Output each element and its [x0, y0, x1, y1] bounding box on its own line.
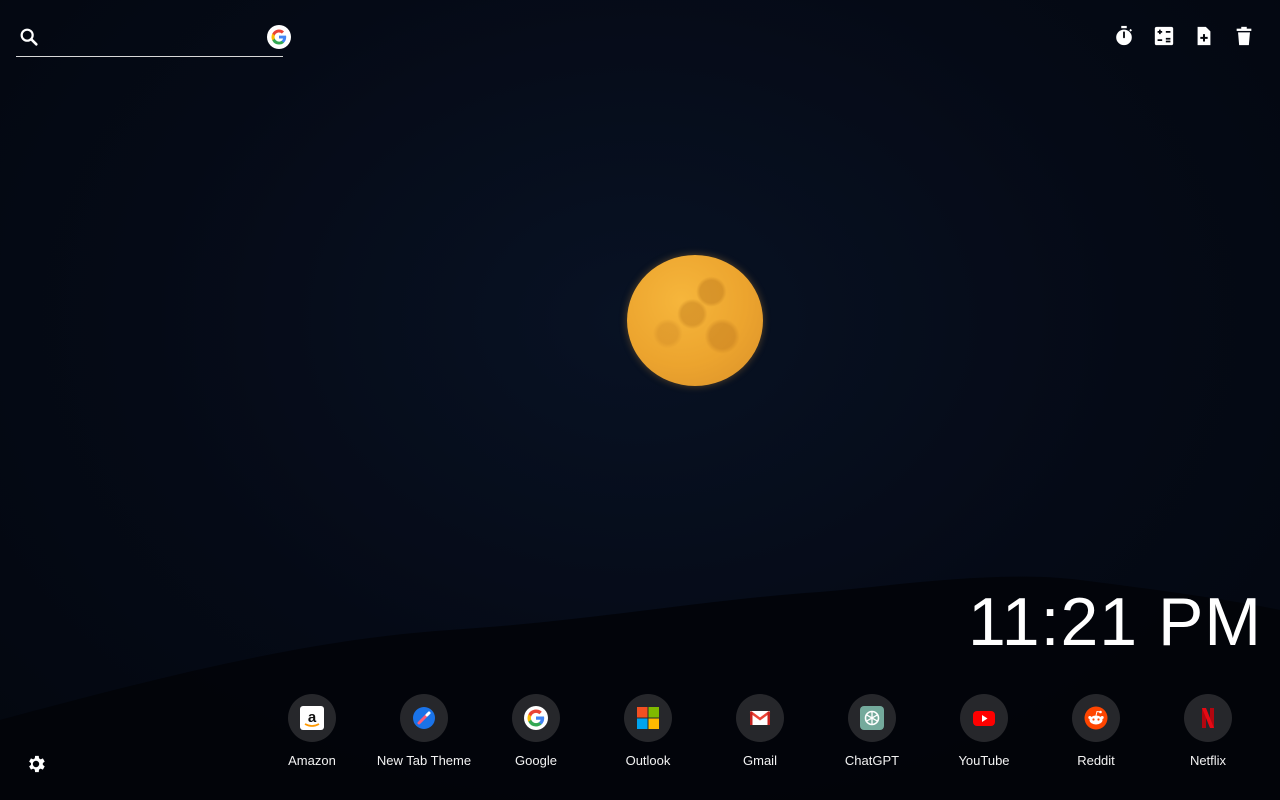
amazon-icon: a — [288, 694, 336, 742]
shortcut-new-tab-theme[interactable]: New Tab Theme — [368, 694, 480, 768]
shortcut-outlook[interactable]: Outlook — [592, 694, 704, 768]
shortcut-label: New Tab Theme — [376, 753, 472, 768]
shortcuts-bar: a Amazon New Tab Theme Google Outlook Gm — [256, 694, 1264, 768]
gmail-icon — [736, 694, 784, 742]
search-icon[interactable] — [18, 26, 40, 48]
shortcut-label: Netflix — [1189, 753, 1227, 768]
shortcut-netflix[interactable]: Netflix — [1152, 694, 1264, 768]
shortcut-amazon[interactable]: a Amazon — [256, 694, 368, 768]
netflix-icon — [1184, 694, 1232, 742]
trash-icon[interactable] — [1232, 24, 1256, 48]
clock-time: 11:21 PM — [967, 584, 1262, 660]
hill-silhouette — [0, 576, 1280, 800]
reddit-icon — [1072, 694, 1120, 742]
google-icon — [512, 694, 560, 742]
shortcut-label: Reddit — [1077, 753, 1115, 768]
stopwatch-icon[interactable] — [1112, 24, 1136, 48]
chatgpt-icon — [848, 694, 896, 742]
google-icon[interactable] — [267, 25, 291, 49]
file-add-icon[interactable] — [1192, 24, 1216, 48]
shortcut-label: Google — [515, 753, 557, 768]
outlook-icon — [624, 694, 672, 742]
shortcut-label: Gmail — [743, 753, 777, 768]
shortcut-youtube[interactable]: YouTube — [928, 694, 1040, 768]
shortcut-label: Amazon — [288, 753, 336, 768]
gear-icon[interactable] — [24, 752, 48, 776]
shortcut-label: Outlook — [625, 753, 671, 768]
search-bar — [16, 22, 291, 57]
shortcut-gmail[interactable]: Gmail — [704, 694, 816, 768]
svg-text:a: a — [308, 709, 317, 726]
toolbar — [1112, 24, 1256, 48]
shortcut-reddit[interactable]: Reddit — [1040, 694, 1152, 768]
search-input[interactable] — [50, 26, 250, 52]
shortcut-label: ChatGPT — [844, 753, 900, 768]
calculator-icon[interactable] — [1152, 24, 1176, 48]
new-tab-theme-icon — [400, 694, 448, 742]
shortcut-label: YouTube — [958, 753, 1010, 768]
youtube-icon — [960, 694, 1008, 742]
shortcut-google[interactable]: Google — [480, 694, 592, 768]
shortcut-chatgpt[interactable]: ChatGPT — [816, 694, 928, 768]
